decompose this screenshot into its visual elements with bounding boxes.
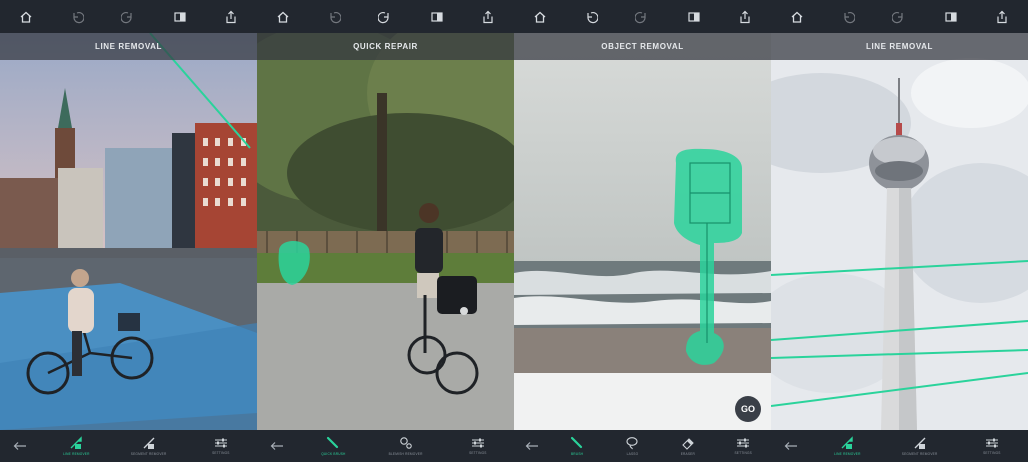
back-arrow-icon[interactable]	[518, 441, 546, 451]
settings-icon	[985, 438, 998, 448]
back-arrow-icon[interactable]	[6, 441, 34, 451]
tool-label: SETTINGS	[212, 451, 230, 455]
photo-canvas[interactable]	[257, 33, 514, 430]
top-toolbar	[257, 0, 514, 33]
tool-lasso[interactable]: LASSO	[608, 430, 656, 462]
photo-canvas[interactable]	[0, 33, 257, 430]
bottom-toolbar: BRUSH LASSO ERASER SETTINGS	[514, 430, 771, 462]
mode-title: OBJECT REMOVAL	[514, 33, 771, 60]
tool-segment-remover[interactable]: SEGMENT REMOVER	[119, 430, 179, 462]
tool-settings[interactable]: SETTINGS	[962, 430, 1022, 462]
tool-settings[interactable]: SETTINGS	[448, 430, 508, 462]
tool-label: QUICK BRUSH	[321, 452, 346, 456]
share-icon[interactable]	[988, 6, 1016, 28]
compare-icon[interactable]	[166, 6, 194, 28]
share-icon[interactable]	[217, 6, 245, 28]
tool-label: LINE REMOVER	[834, 452, 861, 456]
home-icon[interactable]	[526, 6, 554, 28]
tool-blemish-remover[interactable]: BLEMISH REMOVER	[376, 430, 436, 462]
share-icon[interactable]	[474, 6, 502, 28]
settings-icon	[214, 438, 227, 448]
tool-label: SETTINGS	[734, 451, 753, 455]
home-icon[interactable]	[269, 6, 297, 28]
eraser-icon	[682, 438, 694, 450]
tool-label: LASSO	[626, 452, 639, 456]
top-toolbar	[771, 0, 1028, 33]
top-toolbar	[0, 0, 257, 33]
tool-eraser[interactable]: ERASER	[664, 430, 712, 462]
photo-canvas[interactable]	[771, 33, 1028, 430]
line-remover-icon	[841, 436, 854, 449]
tool-label: ERASER	[680, 452, 696, 456]
undo-icon[interactable]	[577, 6, 605, 28]
brush-icon	[570, 436, 583, 449]
settings-icon	[471, 438, 484, 448]
redo-icon[interactable]	[371, 6, 399, 28]
tool-settings[interactable]: SETTINGS	[191, 430, 251, 462]
tool-label: BLEMISH REMOVER	[388, 452, 423, 456]
photo-canvas[interactable]	[514, 33, 771, 430]
share-icon[interactable]	[731, 6, 759, 28]
tool-line-remover[interactable]: LINE REMOVER	[46, 430, 106, 462]
tool-label: BRUSH	[570, 452, 584, 456]
tool-label: SETTINGS	[469, 451, 487, 455]
quick-brush-icon	[327, 436, 339, 449]
tool-label: LINE REMOVER	[63, 452, 90, 456]
home-icon[interactable]	[12, 6, 40, 28]
line-remover-icon	[70, 436, 83, 449]
lasso-icon	[626, 437, 639, 450]
blemish-remover-icon	[399, 437, 412, 449]
compare-icon[interactable]	[423, 6, 451, 28]
mode-title: QUICK REPAIR	[257, 33, 514, 60]
redo-icon[interactable]	[114, 6, 142, 28]
tool-label: SETTINGS	[983, 451, 1001, 455]
tool-line-remover[interactable]: LINE REMOVER	[817, 430, 877, 462]
tool-settings[interactable]: SETTINGS	[719, 430, 767, 462]
tool-label: SEGMENT REMOVER	[130, 452, 167, 456]
compare-icon[interactable]	[680, 6, 708, 28]
panel-line-removal-tower: LINE REMOVAL LINE REMOVER SEGMENT REMOVE…	[771, 0, 1028, 462]
undo-icon[interactable]	[63, 6, 91, 28]
segment-remover-icon	[143, 437, 155, 449]
bottom-toolbar: LINE REMOVER SEGMENT REMOVER SETTINGS	[771, 430, 1028, 462]
segment-remover-icon	[914, 437, 926, 449]
panel-line-removal-city: LINE REMOVAL LINE REMOVER SEGMENT REMOVE…	[0, 0, 257, 462]
settings-icon	[737, 438, 750, 448]
undo-icon[interactable]	[834, 6, 862, 28]
mode-title: LINE REMOVAL	[0, 33, 257, 60]
tool-brush[interactable]: BRUSH	[553, 430, 601, 462]
redo-icon[interactable]	[628, 6, 656, 28]
bottom-toolbar: LINE REMOVER SEGMENT REMOVER SETTINGS	[0, 430, 257, 462]
tool-label: SEGMENT REMOVER	[901, 452, 938, 456]
tool-quick-brush[interactable]: QUICK BRUSH	[303, 430, 363, 462]
undo-icon[interactable]	[320, 6, 348, 28]
top-toolbar	[514, 0, 771, 33]
back-arrow-icon[interactable]	[263, 441, 291, 451]
mode-title: LINE REMOVAL	[771, 33, 1028, 60]
back-arrow-icon[interactable]	[777, 441, 805, 451]
compare-icon[interactable]	[937, 6, 965, 28]
panel-quick-repair-park: QUICK REPAIR QUICK BRUSH BLEMISH REMOVER…	[257, 0, 514, 462]
tool-segment-remover[interactable]: SEGMENT REMOVER	[890, 430, 950, 462]
bottom-toolbar: QUICK BRUSH BLEMISH REMOVER SETTINGS	[257, 430, 514, 462]
home-icon[interactable]	[783, 6, 811, 28]
panel-object-removal-beach: OBJECT REMOVAL GO BRUSH LASSO ERASER SET…	[514, 0, 771, 462]
go-button[interactable]: GO	[735, 396, 761, 422]
redo-icon[interactable]	[885, 6, 913, 28]
